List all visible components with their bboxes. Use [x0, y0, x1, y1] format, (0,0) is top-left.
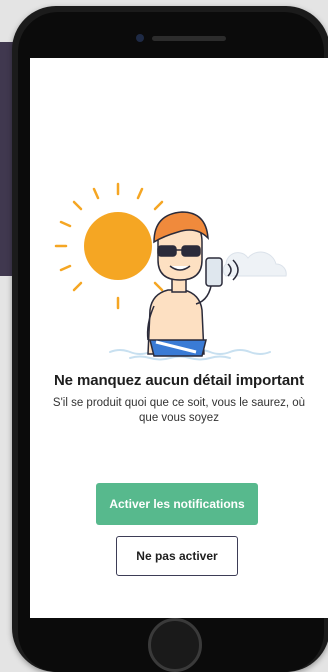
camera-icon [136, 34, 144, 42]
page-subtitle: S'il se produit quoi que ce soit, vous l… [52, 397, 306, 424]
beach-person-illustration [54, 182, 287, 361]
home-button[interactable] [148, 618, 202, 672]
enable-notifications-button[interactable]: Activer les notifications [96, 483, 258, 525]
skip-notifications-button[interactable]: Ne pas activer [116, 536, 238, 576]
app-screen: Ne manquez aucun détail important S'il s… [30, 58, 328, 618]
speaker-grille [152, 36, 226, 41]
cloud-icon [222, 251, 287, 277]
page-title: Ne manquez aucun détail important [53, 372, 305, 389]
